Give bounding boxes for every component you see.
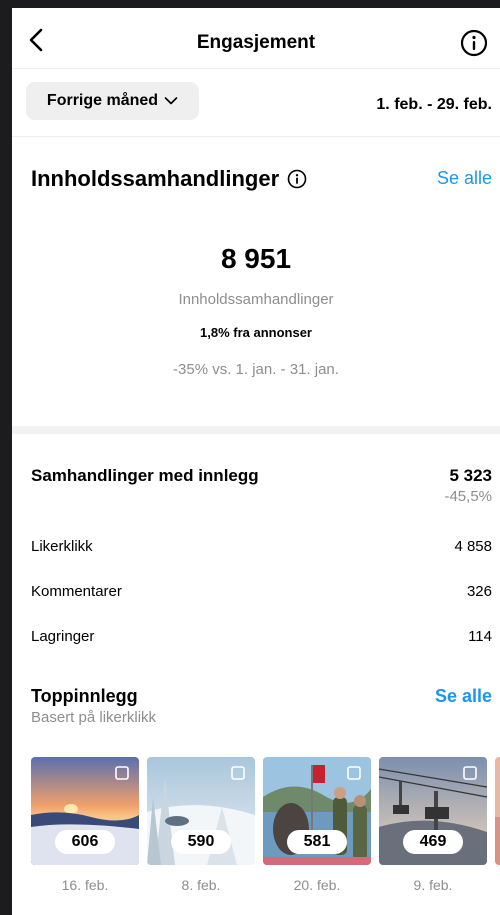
filter-row: Forrige måned 1. feb. - 29. feb. [12, 69, 500, 137]
post-date: 16. feb. [61, 877, 109, 893]
post-like-count: 581 [287, 830, 347, 854]
ads-share-note: 1,8% fra annonser [200, 325, 312, 340]
top-post-thumbnail-partial[interactable] [495, 757, 500, 865]
top-post-thumbnail[interactable]: 469 [379, 757, 487, 865]
post-image [495, 757, 500, 865]
post-date: 20. feb. [293, 877, 341, 893]
section-divider [12, 426, 500, 434]
content-interactions-title: Innholdssamhandlinger [31, 166, 280, 191]
period-dropdown-label: Forrige måned [46, 92, 159, 109]
top-posts-title: Toppinnlegg [31, 686, 138, 706]
post-like-count: 606 [55, 830, 115, 854]
carousel-icon [115, 766, 129, 780]
page-title: Engasjement [196, 32, 316, 53]
chevron-down-icon [164, 97, 178, 105]
period-comparison: -35% vs. 1. jan. - 31. jan. [173, 361, 339, 378]
content-interactions-label: Innholdssamhandlinger [178, 291, 334, 308]
breakdown-row-saves: Lagringer 114 [31, 628, 492, 645]
top-post-thumbnail[interactable]: 606 [31, 757, 139, 865]
post-like-count: 469 [403, 830, 463, 854]
breakdown-row-comments: Kommentarer 326 [31, 583, 492, 600]
breakdown-value: 326 [466, 583, 492, 600]
breakdown-value: 4 858 [454, 538, 492, 555]
engagement-screen: Engasjement Forrige måned 1. feb. - 29. … [12, 8, 500, 915]
post-date: 9. feb. [413, 877, 453, 893]
see-all-link[interactable]: Se alle [437, 168, 492, 189]
carousel-icon [347, 766, 361, 780]
post-interactions-title: Samhandlinger med innlegg [31, 466, 259, 485]
breakdown-row-likes: Likerklikk 4 858 [31, 538, 492, 555]
carousel-icon [231, 766, 245, 780]
info-circle-icon[interactable] [460, 29, 488, 57]
breakdown-label: Likerklikk [31, 538, 93, 555]
top-bar: Engasjement [12, 8, 500, 69]
post-date: 8. feb. [181, 877, 221, 893]
top-posts-see-all-link[interactable]: Se alle [435, 686, 492, 707]
carousel-icon [463, 766, 477, 780]
post-like-count: 590 [171, 830, 231, 854]
top-post-thumbnail[interactable]: 590 [147, 757, 255, 865]
date-range: 1. feb. - 29. feb. [376, 96, 492, 113]
content-interactions-total: 8 951 [220, 243, 292, 274]
post-interactions-change: -45,5% [444, 488, 492, 505]
period-dropdown[interactable]: Forrige måned [26, 82, 199, 120]
post-interactions-total: 5 323 [449, 466, 492, 485]
top-posts-subtitle: Basert på likerklikk [31, 709, 157, 726]
breakdown-value: 114 [468, 628, 492, 645]
top-post-thumbnail[interactable]: 581 [263, 757, 371, 865]
breakdown-label: Lagringer [31, 628, 95, 645]
info-icon[interactable] [287, 169, 307, 189]
top-posts-carousel: 606 590 581 469 [31, 757, 500, 867]
breakdown-label: Kommentarer [31, 583, 122, 600]
content-interactions-heading: Innholdssamhandlinger [31, 166, 307, 192]
